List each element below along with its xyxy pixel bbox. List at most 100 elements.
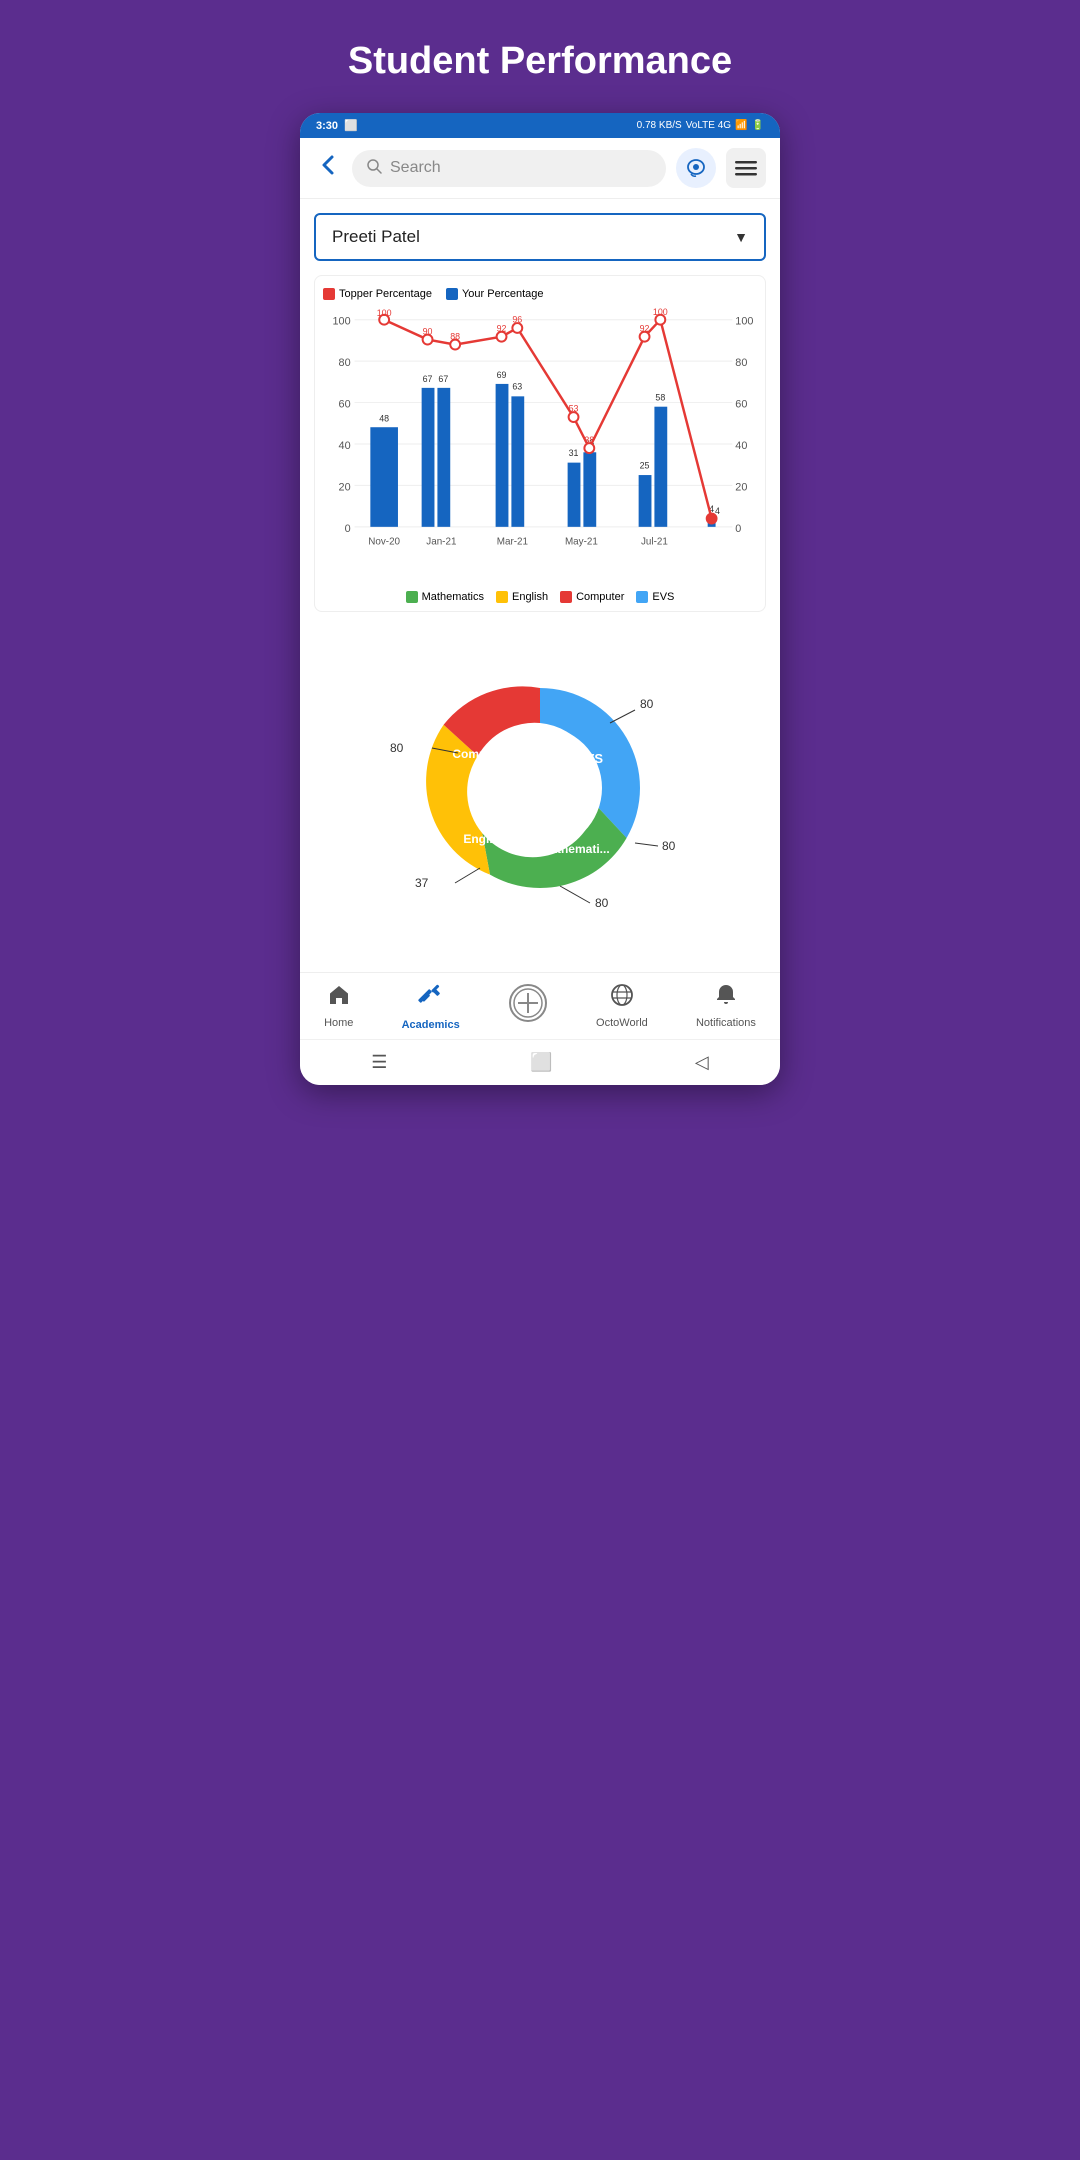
legend-your: Your Percentage	[446, 288, 544, 300]
bottom-nav: Home Academics	[300, 972, 780, 1039]
octoworld-icon	[610, 983, 634, 1013]
nav-home-label: Home	[324, 1017, 353, 1029]
svg-text:May-21: May-21	[565, 537, 598, 548]
svg-text:Jul-21: Jul-21	[641, 537, 668, 548]
bar-chart-svg-wrapper: 100 80 60 40 20 0 100 80 60 40 20 0	[323, 308, 757, 583]
legend-topper-dot	[323, 288, 335, 300]
svg-text:96: 96	[512, 315, 522, 325]
bar-chart-container: Topper Percentage Your Percentage 100 80…	[314, 275, 766, 612]
svg-text:0: 0	[735, 523, 741, 535]
legend-evs-dot	[636, 591, 648, 603]
legend-your-label: Your Percentage	[462, 288, 544, 300]
donut-computer-label: Comput...	[452, 747, 507, 761]
home-icon	[327, 983, 351, 1013]
svg-text:31: 31	[569, 448, 579, 458]
svg-text:80: 80	[735, 357, 747, 369]
callout-math-bottom-value: 80	[595, 896, 609, 910]
subject-legend: Mathematics English Computer EVS	[323, 591, 757, 603]
svg-text:20: 20	[339, 481, 351, 493]
back-button[interactable]	[314, 151, 342, 186]
top-nav: Search	[300, 138, 780, 199]
callout-computer-value: 80	[390, 741, 404, 755]
bar-chart-svg: 100 80 60 40 20 0 100 80 60 40 20 0	[323, 308, 757, 578]
screen-icon: ⬜	[344, 119, 358, 132]
search-bar[interactable]: Search	[352, 150, 666, 187]
legend-english-dot	[496, 591, 508, 603]
nav-special[interactable]	[508, 983, 548, 1031]
network-type: VoLTE 4G	[686, 120, 731, 131]
nav-notifications-label: Notifications	[696, 1017, 756, 1029]
donut-evs-label: EVS	[577, 751, 603, 766]
time: 3:30	[316, 120, 338, 132]
svg-text:63: 63	[512, 382, 522, 392]
nav-notifications[interactable]: Notifications	[696, 983, 756, 1031]
donut-english-label: English	[463, 832, 506, 846]
legend-english-label: English	[512, 591, 548, 603]
callout-math-bottom	[560, 886, 590, 903]
svg-text:88: 88	[450, 331, 460, 341]
bar-mar21b	[511, 396, 524, 526]
legend-english: English	[496, 591, 548, 603]
sys-menu-button[interactable]: ☰	[371, 1052, 387, 1073]
search-icon	[366, 158, 382, 179]
donut-svg: EVS Mathemati... English Comput... 80 80…	[390, 648, 690, 928]
page-title: Student Performance	[328, 0, 752, 113]
signal-icon: 📶	[735, 120, 747, 131]
nav-academics[interactable]: Academics	[402, 983, 460, 1031]
nav-home[interactable]: Home	[324, 983, 353, 1031]
svg-text:Mar-21: Mar-21	[497, 537, 528, 548]
svg-text:20: 20	[735, 481, 747, 493]
svg-text:0: 0	[345, 523, 351, 535]
svg-text:67: 67	[423, 374, 433, 384]
menu-button[interactable]	[726, 148, 766, 188]
svg-text:48: 48	[379, 413, 389, 423]
phone-frame: 3:30 ⬜ 0.78 KB/S VoLTE 4G 📶 🔋	[300, 113, 780, 1085]
svg-text:38: 38	[584, 435, 594, 445]
bar-jan21a	[422, 388, 435, 527]
legend-evs: EVS	[636, 591, 674, 603]
academics-icon	[418, 983, 444, 1015]
legend-math-label: Mathematics	[422, 591, 484, 603]
callout-english	[455, 868, 480, 883]
callout-evs-value: 80	[640, 697, 654, 711]
student-dropdown[interactable]: Preeti Patel ▼	[314, 213, 766, 261]
svg-text:25: 25	[640, 461, 650, 471]
svg-text:60: 60	[735, 398, 747, 410]
svg-text:Nov-20: Nov-20	[368, 537, 400, 548]
bar-jul21b	[654, 407, 667, 527]
bar-nov20	[370, 427, 398, 527]
svg-text:58: 58	[655, 393, 665, 403]
legend-mathematics: Mathematics	[406, 591, 484, 603]
svg-text:Jan-21: Jan-21	[426, 537, 456, 548]
svg-text:80: 80	[339, 357, 351, 369]
sys-back-button[interactable]: ◁	[695, 1052, 709, 1073]
svg-text:53: 53	[569, 403, 579, 413]
svg-text:100: 100	[333, 316, 351, 328]
status-right: 0.78 KB/S VoLTE 4G 📶 🔋	[637, 120, 764, 131]
battery-icon: 🔋	[752, 120, 764, 131]
bar-may21a	[568, 463, 581, 527]
svg-text:67: 67	[438, 374, 448, 384]
legend-evs-label: EVS	[652, 591, 674, 603]
notifications-icon	[714, 983, 738, 1013]
status-left: 3:30 ⬜	[316, 119, 358, 132]
svg-text:4: 4	[715, 506, 720, 516]
sys-home-button[interactable]: ⬜	[530, 1052, 552, 1073]
svg-text:60: 60	[339, 398, 351, 410]
donut-chart-container: EVS Mathemati... English Comput... 80 80…	[314, 628, 766, 958]
chat-button[interactable]	[676, 148, 716, 188]
svg-text:69: 69	[497, 370, 507, 380]
legend-topper: Topper Percentage	[323, 288, 432, 300]
legend-your-dot	[446, 288, 458, 300]
callout-math-value: 80	[662, 839, 676, 853]
callout-english-value: 37	[415, 876, 429, 890]
legend-computer: Computer	[560, 591, 624, 603]
svg-text:40: 40	[735, 440, 747, 452]
nav-academics-label: Academics	[402, 1019, 460, 1031]
bar-mar21a	[496, 384, 509, 527]
nav-octoworld[interactable]: OctoWorld	[596, 983, 648, 1031]
svg-text:100: 100	[377, 308, 392, 318]
outer-container: Student Performance 3:30 ⬜ 0.78 KB/S VoL…	[270, 0, 810, 1115]
svg-text:100: 100	[735, 316, 753, 328]
svg-text:100: 100	[653, 308, 668, 317]
